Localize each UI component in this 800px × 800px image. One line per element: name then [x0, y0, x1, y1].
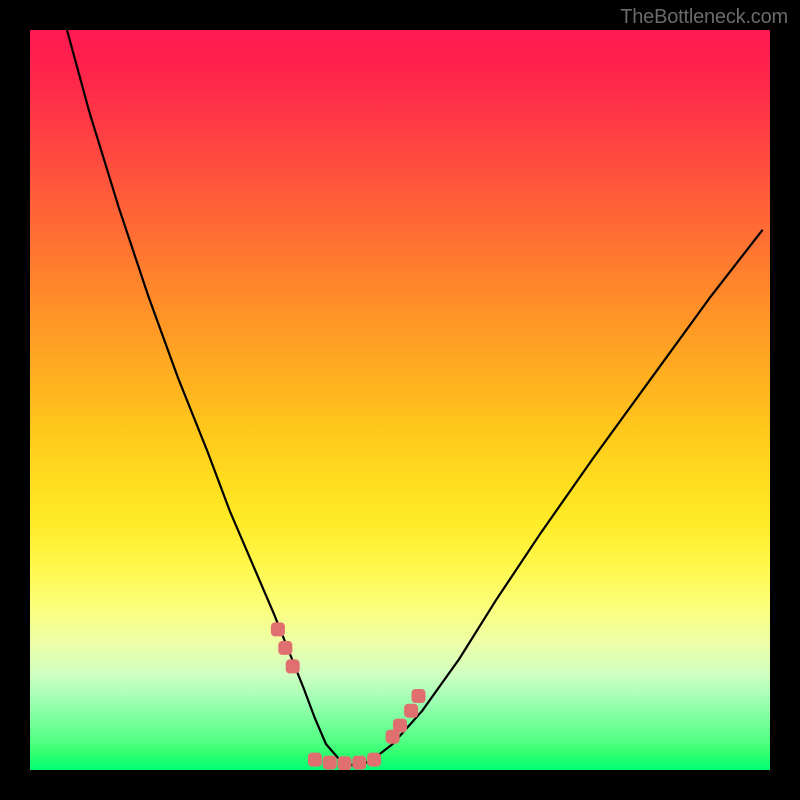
marker-dot — [338, 756, 352, 770]
data-markers — [271, 622, 426, 770]
marker-dot — [308, 753, 322, 767]
marker-dot — [286, 659, 300, 673]
bottleneck-curve — [67, 30, 763, 766]
marker-dot — [393, 719, 407, 733]
marker-dot — [271, 622, 285, 636]
chart-frame: TheBottleneck.com — [0, 0, 800, 800]
marker-dot — [278, 641, 292, 655]
marker-dot — [352, 756, 366, 770]
marker-dot — [323, 756, 337, 770]
marker-dot — [412, 689, 426, 703]
marker-dot — [404, 704, 418, 718]
chart-svg — [30, 30, 770, 770]
watermark-text: TheBottleneck.com — [620, 6, 788, 29]
marker-dot — [367, 753, 381, 767]
plot-area — [30, 30, 770, 770]
